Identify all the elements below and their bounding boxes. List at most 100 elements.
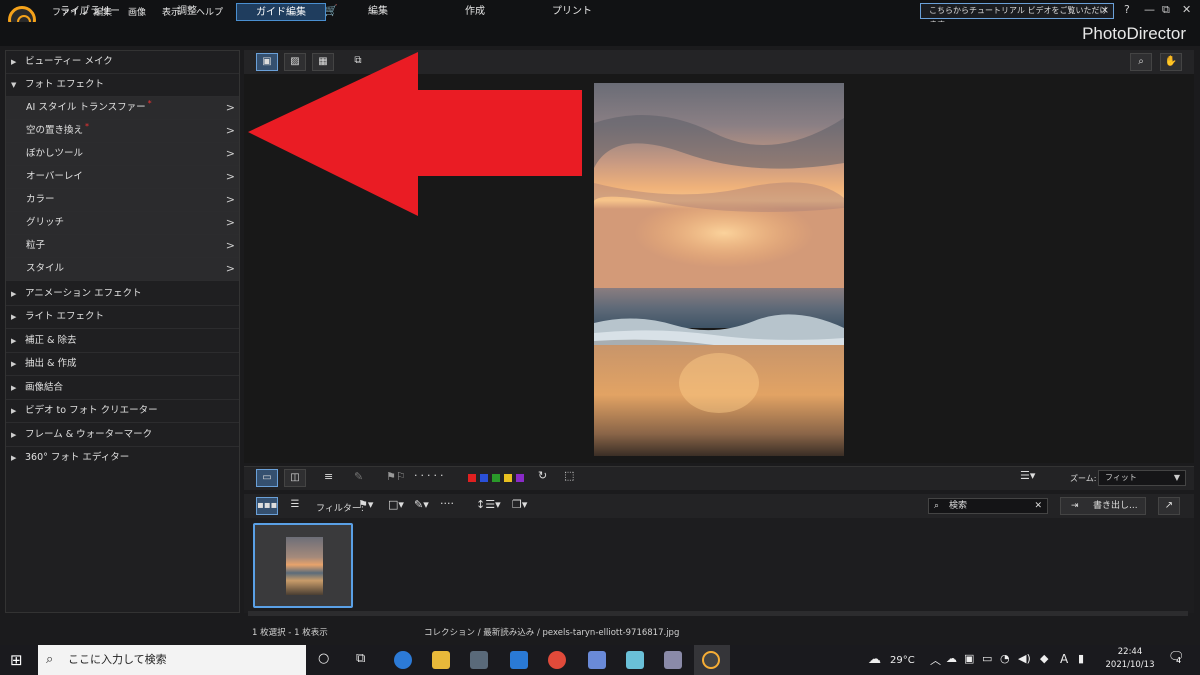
display-icon[interactable]: ▣ (964, 652, 974, 665)
close-button[interactable]: ✕ (1182, 3, 1191, 16)
brush-icon[interactable]: ✎ (354, 470, 363, 483)
weather-icon[interactable]: ☁ (868, 652, 881, 667)
taskbar-clock[interactable]: 22:44 2021/10/13 (1102, 646, 1158, 672)
file-explorer-icon[interactable] (432, 651, 450, 669)
sort-icon[interactable]: ☰▾ (1020, 469, 1035, 482)
thumbnail-scrollbar[interactable] (248, 611, 1188, 616)
star-rating-icon[interactable]: ····· (414, 469, 446, 482)
clear-icon[interactable]: ✕ (1034, 499, 1042, 513)
tab-adjust[interactable]: 調整 (142, 3, 232, 21)
tab-edit[interactable]: 編集 (333, 3, 423, 21)
thumbnail-view-icon[interactable]: ▪▪▪ (256, 497, 278, 515)
flag-filter-icon[interactable]: ⚑▾ (358, 498, 373, 511)
chevron-down-icon: ▼ (11, 81, 17, 89)
export-button[interactable]: ⇥ 書き出し... (1060, 497, 1146, 515)
chevron-right-icon: > (225, 170, 235, 183)
photo-thumbnail[interactable] (253, 523, 353, 608)
task-view-icon[interactable]: ⧉ (356, 651, 365, 666)
restore-button[interactable]: ⧉ (1162, 3, 1170, 17)
crop-icon[interactable]: ⬚ (564, 469, 574, 482)
wifi-icon[interactable]: ◔ (1000, 652, 1010, 665)
volume-icon[interactable]: ◀) (1018, 652, 1031, 665)
edit-filter-icon[interactable]: ✎▾ (414, 498, 429, 511)
sub-item-glitch[interactable]: グリッチ > (6, 212, 239, 235)
flag-icon[interactable]: ⚑⚐ (386, 470, 406, 483)
sub-item-label: 粒子 (26, 240, 46, 251)
section-light-effects[interactable]: ▶ ライト エフェクト (6, 306, 239, 329)
rotate-icon[interactable]: ↻ (538, 469, 547, 482)
mail-icon[interactable] (510, 651, 528, 669)
minimize-button[interactable]: — (1144, 3, 1155, 16)
chevron-right-icon: ▶ (11, 337, 17, 345)
lock-icon[interactable]: ▮ (1078, 652, 1084, 665)
section-video-to-photo[interactable]: ▶ ビデオ to フォト クリエーター (6, 400, 239, 423)
help-button[interactable]: ? (1124, 3, 1130, 16)
zoom-select[interactable]: フィット ▼ (1098, 470, 1186, 486)
section-360-photo-editor[interactable]: ▶ 360° フォト エディター (6, 447, 239, 470)
open-external-icon[interactable]: ↗ (1158, 497, 1180, 515)
sub-item-overlay[interactable]: オーバーレイ > (6, 166, 239, 189)
color-label-blue[interactable] (480, 474, 488, 482)
color-filter-icon[interactable]: □▾ (388, 498, 404, 511)
app-icon-1[interactable] (588, 651, 606, 669)
section-label: フレーム & ウォーターマーク (25, 429, 153, 440)
tutorial-notice[interactable]: こちらからチュートリアル ビデオをご覧いただけます。 × (920, 3, 1114, 29)
section-correction-removal[interactable]: ▶ 補正 & 除去 (6, 330, 239, 353)
tab-print[interactable]: プリント (527, 3, 617, 21)
section-photo-effects[interactable]: ▼ フォト エフェクト (6, 74, 239, 97)
cloud-icon[interactable]: ☁ (946, 652, 957, 665)
hand-tool-icon[interactable]: ✋ (1160, 53, 1182, 71)
single-view-icon[interactable]: ▭ (256, 469, 278, 487)
compare-view-icon[interactable]: ◫ (284, 469, 306, 487)
stack-icon[interactable]: ❐▾ (512, 498, 527, 511)
section-label: 抽出 & 作成 (25, 358, 77, 369)
rating-filter-icon[interactable]: ···· (440, 497, 454, 510)
app-icon-2[interactable] (626, 651, 644, 669)
windows-start-icon[interactable]: ⊞ (10, 651, 23, 669)
export-label: 書き出し... (1093, 501, 1138, 511)
section-label: 補正 & 除去 (25, 335, 77, 346)
sub-item-style[interactable]: スタイル > (6, 258, 239, 281)
cortana-icon[interactable]: ○ (318, 651, 329, 666)
color-label-purple[interactable] (516, 474, 524, 482)
zoom-label: ズーム: (1070, 474, 1097, 483)
sub-item-sky-replacement[interactable]: 空の置き換え * > (6, 120, 239, 143)
chevron-up-icon[interactable]: ︿ (930, 652, 941, 668)
chrome-icon[interactable] (548, 651, 566, 669)
list-view-icon[interactable]: ☰ (284, 497, 306, 515)
section-extract-create[interactable]: ▶ 抽出 & 作成 (6, 353, 239, 376)
chevron-right-icon: > (225, 101, 235, 114)
tab-create[interactable]: 作成 (430, 3, 520, 21)
taskbar-search[interactable]: ⌕ ここに入力して検索 (38, 645, 306, 675)
sort-order-icon[interactable]: ↕☰▾ (476, 498, 501, 511)
sub-item-color[interactable]: カラー > (6, 189, 239, 212)
sub-item-ai-style-transfer[interactable]: AI スタイル トランスファー * > (6, 97, 239, 120)
chevron-right-icon: > (225, 239, 235, 252)
store-icon[interactable] (470, 651, 488, 669)
chevron-right-icon: ▶ (11, 360, 17, 368)
chevron-right-icon: > (225, 147, 235, 160)
color-label-green[interactable] (492, 474, 500, 482)
search-input[interactable]: ⌕ 検索 ✕ (928, 498, 1048, 514)
app-brand: PhotoDirector (1082, 24, 1186, 43)
tab-library[interactable]: ライブラリー (45, 3, 135, 21)
battery-icon[interactable]: ▭ (982, 652, 992, 665)
sub-item-grain[interactable]: 粒子 > (6, 235, 239, 258)
section-animation-effects[interactable]: ▶ アニメーション エフェクト (6, 283, 239, 306)
chevron-right-icon: > (225, 193, 235, 206)
color-label-yellow[interactable] (504, 474, 512, 482)
zoom-tool-icon[interactable]: ⌕ (1130, 53, 1152, 71)
app-icon-3[interactable] (664, 651, 682, 669)
close-icon[interactable]: × (1101, 4, 1109, 18)
ime-indicator[interactable]: A (1060, 652, 1068, 666)
edge-icon[interactable] (394, 651, 412, 669)
color-label-red[interactable] (468, 474, 476, 482)
sub-item-blur-tool[interactable]: ぼかしツール > (6, 143, 239, 166)
dropbox-icon[interactable]: ◆ (1040, 652, 1048, 665)
section-frame-watermark[interactable]: ▶ フレーム & ウォーターマーク (6, 424, 239, 447)
tab-guided-edit[interactable]: ガイド編集 (236, 3, 326, 21)
search-placeholder: 検索 (949, 501, 968, 511)
rotate-rating-icon[interactable]: ≡ (324, 470, 333, 483)
section-beauty-makeup[interactable]: ▶ ビューティー メイク (6, 51, 239, 74)
section-image-merge[interactable]: ▶ 画像結合 (6, 377, 239, 400)
